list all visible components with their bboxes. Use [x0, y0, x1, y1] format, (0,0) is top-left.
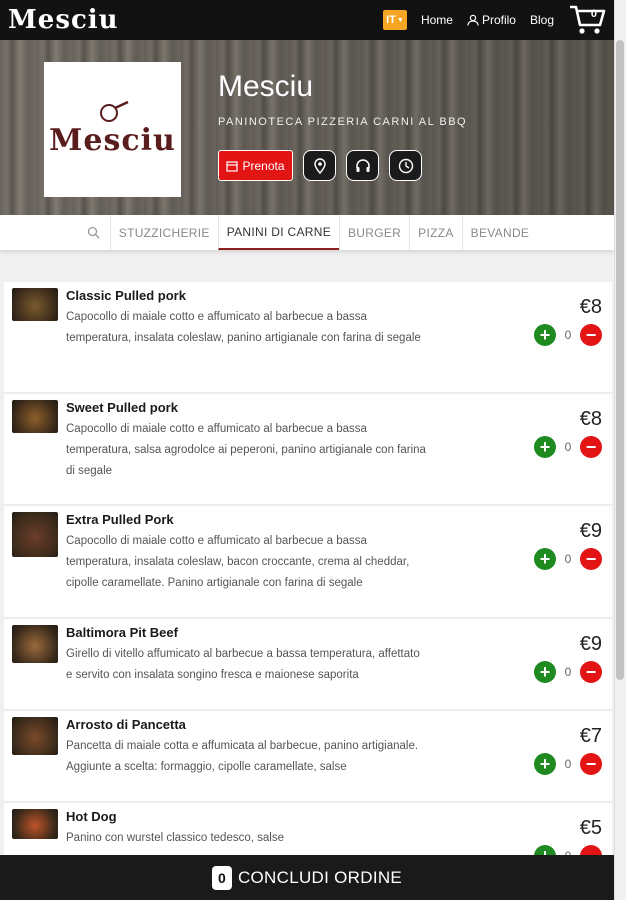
cart-count: 0 [590, 8, 597, 20]
menu-item-name: Classic Pulled pork [66, 288, 186, 303]
restaurant-name: Mesciu [218, 70, 314, 103]
quantity-value: 0 [564, 665, 572, 679]
quantity-stepper: + 0 − [534, 548, 602, 570]
menu-item: Sweet Pulled pork Capocollo di maiale co… [4, 394, 612, 506]
hero-actions: Prenota [218, 150, 422, 181]
restaurant-logo: Mesciu [44, 62, 181, 197]
page-scrollbar[interactable] [614, 0, 626, 900]
menu-item: Baltimora Pit Beef Girello di vitello af… [4, 619, 612, 711]
nav-blog[interactable]: Blog [530, 13, 554, 27]
add-button[interactable]: + [534, 661, 556, 683]
brand-logo[interactable]: Mesciu [8, 5, 119, 35]
nav-blog-label: Blog [529, 13, 554, 27]
menu-item-image [12, 512, 58, 557]
menu-item-description: Capocollo di maiale cotto e affumicato a… [66, 423, 426, 477]
tab-burger[interactable]: BURGER [339, 215, 409, 250]
add-button[interactable]: + [534, 436, 556, 458]
menu-item-price: €7 [579, 725, 602, 747]
menu-item-name: Sweet Pulled pork [66, 400, 178, 415]
language-selector[interactable]: IT ▼ [382, 10, 407, 30]
checkout-bar[interactable]: 0 CONCLUDI ORDINE [0, 855, 614, 900]
remove-button[interactable]: − [580, 753, 602, 775]
quantity-value: 0 [564, 440, 572, 454]
headset-icon [355, 158, 370, 172]
tab-stuzzicherie[interactable]: STUZZICHERIE [109, 215, 218, 250]
menu-item-description: Capocollo di maiale cotto e affumicato a… [66, 311, 421, 344]
remove-button[interactable]: − [580, 661, 602, 683]
prenota-label: Prenota [242, 158, 285, 173]
menu-item-image [12, 717, 58, 755]
menu-item-price: €9 [579, 520, 602, 542]
nav-home[interactable]: Home [421, 13, 453, 27]
tab-bevande[interactable]: BEVANDE [461, 215, 538, 250]
tab-pizza[interactable]: PIZZA [409, 215, 462, 250]
menu-item-image [12, 809, 58, 839]
nav-profilo[interactable]: Profilo [467, 13, 516, 27]
cart-icon [570, 5, 606, 34]
language-code: IT [386, 14, 396, 26]
menu-item-description: Panino con wurstel classico tedesco, sal… [66, 832, 284, 844]
menu-item-description: Pancetta di maiale cotta e affumicata al… [66, 740, 419, 773]
restaurant-hero: Mesciu Mesciu PANINOTECA PIZZERIA CARNI … [0, 40, 614, 215]
hours-button[interactable] [389, 150, 422, 181]
menu-item-image [12, 400, 58, 433]
tab-panini-di-carne[interactable]: PANINI DI CARNE [217, 215, 339, 250]
pan-logo-icon [99, 101, 129, 122]
clock-icon [398, 158, 413, 173]
menu-item: Extra Pulled Pork Capocollo di maiale co… [4, 506, 612, 619]
menu-list: Classic Pulled pork Capocollo di maiale … [4, 282, 612, 893]
quantity-stepper: + 0 − [534, 753, 602, 775]
quantity-stepper: + 0 − [534, 661, 602, 683]
order-count-badge: 0 [211, 865, 232, 890]
menu-item-image [12, 625, 58, 663]
add-button[interactable]: + [534, 548, 556, 570]
restaurant-subtitle: PANINOTECA PIZZERIA CARNI AL BBQ [218, 116, 468, 128]
location-button[interactable] [303, 150, 336, 181]
nav-home-label: Home [420, 13, 453, 27]
menu-item-name: Extra Pulled Pork [66, 512, 174, 527]
scrollbar-thumb[interactable] [616, 40, 624, 680]
top-nav: IT ▼ Home Profilo Blog 0 [382, 3, 606, 37]
menu-search-button[interactable] [77, 215, 110, 250]
menu-item: Arrosto di Pancetta Pancetta di maiale c… [4, 711, 612, 803]
remove-button[interactable]: − [580, 548, 602, 570]
checkout-label: CONCLUDI ORDINE [237, 867, 403, 887]
logo-text: Mesciu [49, 123, 176, 158]
quantity-value: 0 [564, 328, 572, 342]
quantity-value: 0 [564, 757, 572, 771]
add-button[interactable]: + [534, 324, 556, 346]
user-icon [467, 14, 479, 26]
menu-item-price: €9 [579, 633, 602, 655]
contact-button[interactable] [346, 150, 379, 181]
map-pin-icon [313, 157, 326, 174]
menu-item-name: Hot Dog [66, 809, 117, 824]
prenota-button[interactable]: Prenota [218, 150, 293, 181]
quantity-stepper: + 0 − [534, 436, 602, 458]
quantity-value: 0 [564, 552, 572, 566]
remove-button[interactable]: − [580, 436, 602, 458]
menu-item-price: €8 [579, 296, 602, 318]
search-icon [87, 226, 100, 239]
menu-item-image [12, 288, 58, 321]
menu-item-description: Girello di vitello affumicato al barbecu… [66, 648, 420, 681]
menu-item-price: €5 [579, 817, 602, 839]
calendar-icon [226, 160, 239, 172]
quantity-stepper: + 0 − [534, 324, 602, 346]
category-tabs: STUZZICHERIE PANINI DI CARNE BURGER PIZZ… [0, 215, 614, 250]
cart-button[interactable]: 0 [568, 3, 606, 37]
nav-profilo-label: Profilo [481, 13, 516, 27]
menu-item-description: Capocollo di maiale cotto e affumicato a… [66, 535, 410, 589]
remove-button[interactable]: − [580, 324, 602, 346]
menu-item-price: €8 [579, 408, 602, 430]
menu-item-name: Baltimora Pit Beef [66, 625, 178, 640]
menu-item-name: Arrosto di Pancetta [66, 717, 186, 732]
menu-item: Classic Pulled pork Capocollo di maiale … [4, 282, 612, 394]
add-button[interactable]: + [534, 753, 556, 775]
top-navbar: Mesciu IT ▼ Home Profilo Blog 0 [0, 0, 614, 40]
